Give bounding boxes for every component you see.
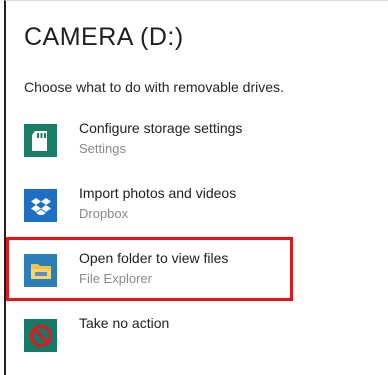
option-app: File Explorer xyxy=(79,271,152,286)
option-import-photos[interactable]: Import photos and videos Dropbox xyxy=(24,185,374,231)
option-label: Open folder to view files xyxy=(79,250,229,266)
folder-icon xyxy=(24,254,57,287)
autoplay-prompt: Choose what to do with removable drives. xyxy=(24,79,284,95)
option-take-no-action[interactable]: Take no action xyxy=(24,315,374,361)
option-label: Take no action xyxy=(79,315,170,331)
option-app: Settings xyxy=(79,141,126,156)
option-open-folder[interactable]: Open folder to view files File Explorer xyxy=(24,250,374,296)
dropbox-icon xyxy=(24,189,57,222)
option-label: Configure storage settings xyxy=(79,120,243,136)
no-action-icon xyxy=(24,319,57,352)
drive-title: CAMERA (D:) xyxy=(24,23,184,51)
option-app: Dropbox xyxy=(79,206,129,221)
option-configure-storage[interactable]: Configure storage settings Settings xyxy=(24,120,374,166)
sd-card-icon xyxy=(24,124,57,157)
autoplay-panel: CAMERA (D:) Choose what to do with remov… xyxy=(4,0,388,375)
option-label: Import photos and videos xyxy=(79,185,237,201)
